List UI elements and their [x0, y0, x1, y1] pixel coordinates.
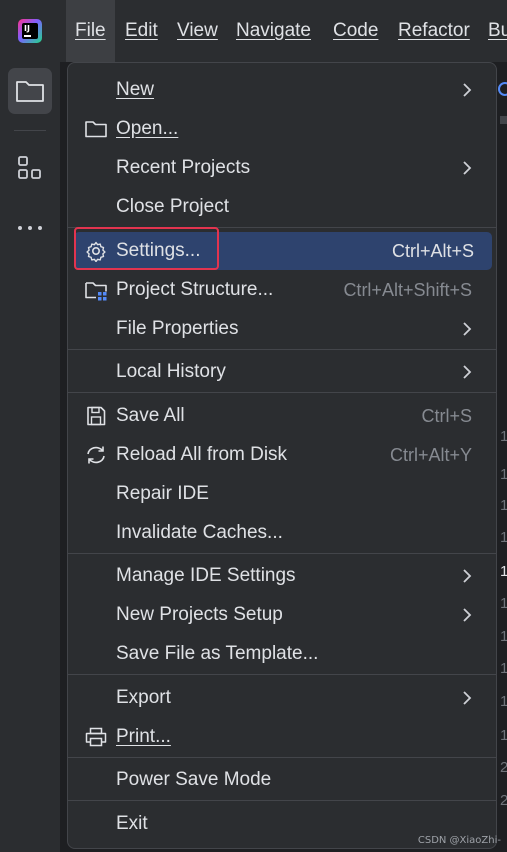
folder-icon — [85, 121, 107, 138]
menu-item-save-all[interactable]: Save All Ctrl+S — [68, 397, 496, 435]
menu-file[interactable]: File — [66, 0, 115, 62]
main-menu-bar: IJ File Edit View Navigate Code Refactor… — [0, 0, 507, 62]
menu-separator — [68, 392, 496, 393]
line-number: 1 — [500, 563, 507, 580]
file-menu-dropdown: New Open... Recent Projects Close Projec… — [67, 62, 497, 849]
menu-separator — [68, 757, 496, 758]
editor-tab-icon[interactable] — [498, 82, 507, 96]
menu-separator — [68, 674, 496, 675]
chevron-right-icon — [463, 83, 472, 97]
menu-navigate-label: Navigate — [236, 20, 311, 41]
menu-item-shortcut: Ctrl+S — [421, 406, 472, 426]
menu-item-label: Recent Projects — [116, 157, 251, 178]
menu-item-file-properties[interactable]: File Properties — [68, 310, 496, 348]
menu-item-label: Exit — [116, 813, 148, 834]
menu-item-label: File Properties — [116, 318, 239, 339]
menu-item-label: Save File as Template... — [116, 643, 319, 664]
menu-item-label: Open... — [116, 118, 179, 139]
annotation-highlight-box — [74, 227, 219, 270]
tool-strip-divider — [14, 130, 46, 131]
project-tool-button[interactable] — [8, 68, 52, 114]
structure-icon — [18, 156, 41, 179]
chevron-right-icon — [463, 161, 472, 175]
line-number: 1 — [500, 466, 507, 483]
menu-item-save-as-template[interactable]: Save File as Template... — [68, 635, 496, 673]
menu-item-open[interactable]: Open... — [68, 110, 496, 148]
menu-item-label: Print... — [116, 726, 171, 747]
save-icon — [87, 406, 106, 426]
menu-item-label: Save All — [116, 405, 185, 426]
menu-separator — [68, 800, 496, 801]
more-tools-button[interactable] — [15, 218, 45, 238]
menu-item-new-projects-setup[interactable]: New Projects Setup — [68, 596, 496, 634]
menu-build-label: Bu — [488, 20, 507, 41]
menu-item-label: Export — [116, 687, 171, 708]
menu-item-label: Reload All from Disk — [116, 444, 288, 465]
menu-item-label: Repair IDE — [116, 483, 209, 504]
line-number: 1 — [500, 529, 507, 546]
chevron-right-icon — [463, 365, 472, 379]
folder-icon — [16, 81, 44, 102]
menu-code[interactable]: Code — [333, 0, 378, 62]
menu-code-label: Code — [333, 20, 379, 41]
menu-item-local-history[interactable]: Local History — [68, 353, 496, 391]
menu-file-label: File — [75, 20, 106, 41]
menu-item-label: Close Project — [116, 196, 229, 217]
menu-view[interactable]: View — [177, 0, 218, 62]
menu-separator — [68, 349, 496, 350]
menu-item-export[interactable]: Export — [68, 679, 496, 717]
line-number: 1 — [500, 727, 507, 744]
menu-item-label: New Projects Setup — [116, 604, 283, 625]
line-number: 1 — [500, 428, 507, 445]
menu-refactor[interactable]: Refactor — [398, 0, 470, 62]
menu-item-reload-all[interactable]: Reload All from Disk Ctrl+Alt+Y — [68, 436, 496, 474]
menu-item-shortcut: Ctrl+Alt+Shift+S — [343, 280, 472, 300]
more-icon — [18, 226, 42, 230]
printer-icon — [85, 727, 107, 747]
chevron-right-icon — [463, 691, 472, 705]
menu-edit[interactable]: Edit — [125, 0, 158, 62]
menu-item-label: Manage IDE Settings — [116, 565, 296, 586]
app-logo-icon[interactable]: IJ — [18, 19, 42, 43]
menu-item-project-structure[interactable]: Project Structure... Ctrl+Alt+Shift+S — [68, 271, 496, 309]
menu-item-invalidate-caches[interactable]: Invalidate Caches... — [68, 514, 496, 552]
line-number: 1 — [500, 628, 507, 645]
menu-item-label: Invalidate Caches... — [116, 522, 283, 543]
menu-item-shortcut: Ctrl+Alt+Y — [389, 445, 472, 465]
menu-view-label: View — [177, 20, 218, 41]
line-number: 2 — [500, 759, 507, 776]
line-number: 1 — [500, 693, 507, 710]
menu-item-label: Power Save Mode — [116, 769, 272, 790]
line-number: 2 — [500, 792, 507, 809]
menu-item-recent-projects[interactable]: Recent Projects — [68, 149, 496, 187]
menu-item-new[interactable]: New — [68, 71, 496, 109]
chevron-right-icon — [463, 322, 472, 336]
watermark-text: CSDN @XiaoZhi- — [417, 835, 501, 846]
reload-icon — [87, 446, 105, 464]
menu-item-repair-ide[interactable]: Repair IDE — [68, 475, 496, 513]
menu-navigate[interactable]: Navigate — [236, 0, 311, 62]
menu-item-shortcut: Ctrl+Alt+S — [391, 241, 474, 261]
project-structure-icon — [85, 282, 107, 301]
line-number: 1 — [500, 595, 507, 612]
menu-refactor-label: Refactor — [398, 20, 470, 41]
menu-item-label: Project Structure... — [116, 279, 274, 300]
menu-item-power-save-mode[interactable]: Power Save Mode — [68, 761, 496, 799]
menu-item-label: New — [116, 79, 155, 100]
structure-tool-button[interactable] — [16, 154, 44, 182]
chevron-right-icon — [463, 608, 472, 622]
menu-item-close-project[interactable]: Close Project — [68, 188, 496, 226]
chevron-right-icon — [463, 569, 472, 583]
menu-separator — [68, 553, 496, 554]
menu-edit-label: Edit — [125, 20, 158, 41]
menu-item-print[interactable]: Print... — [68, 718, 496, 756]
menu-build[interactable]: Bu — [488, 0, 507, 62]
editor-scroll-marker — [500, 116, 507, 124]
line-number: 1 — [500, 660, 507, 677]
menu-item-label: Local History — [116, 361, 226, 382]
menu-item-manage-ide-settings[interactable]: Manage IDE Settings — [68, 557, 496, 595]
line-number: 1 — [500, 497, 507, 514]
